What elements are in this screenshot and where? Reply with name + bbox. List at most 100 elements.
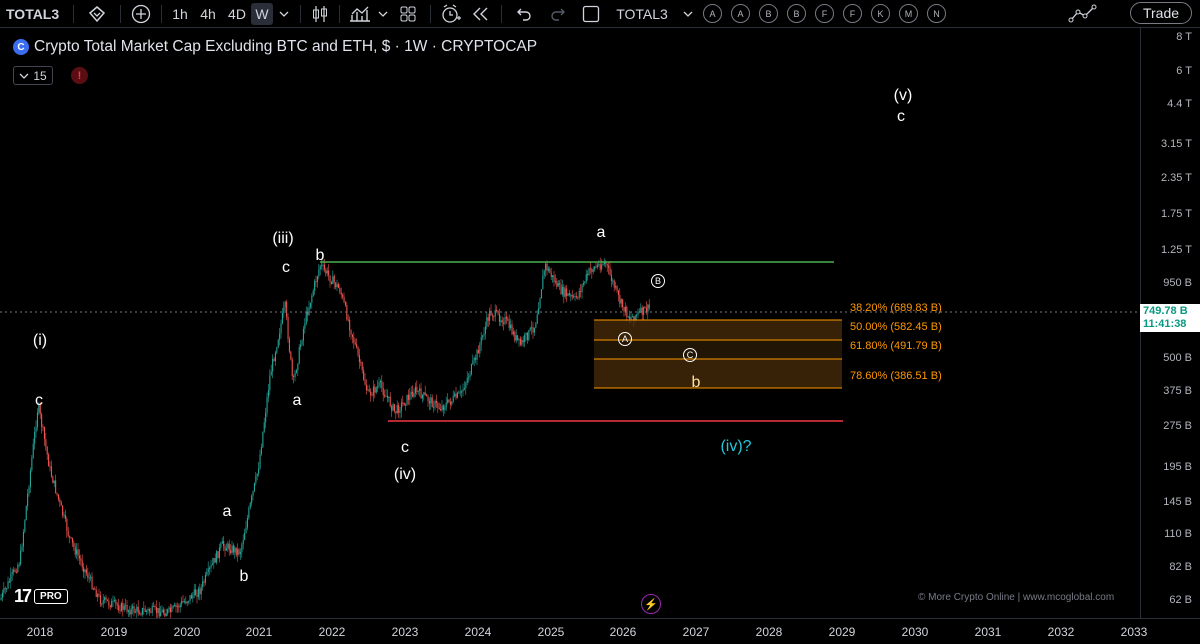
indicator-diamond-icon[interactable] [79, 3, 115, 25]
interval-4h[interactable]: 4h [193, 3, 223, 25]
fib-zone-2 [594, 340, 842, 359]
candle-body [246, 517, 248, 528]
candle-body [542, 275, 544, 290]
candle-body [294, 372, 296, 377]
time-tick: 2021 [245, 625, 273, 639]
candle-body [87, 573, 89, 579]
compare-symbol-label[interactable]: TOTAL3 [607, 3, 677, 25]
candle-body [484, 326, 486, 334]
shortcut-a-button[interactable]: A [731, 4, 750, 23]
price-tick: 3.15 T [1161, 138, 1192, 150]
candle-body [106, 599, 108, 601]
trade-button[interactable]: Trade [1130, 2, 1192, 24]
candle-body [249, 502, 251, 509]
undo-icon[interactable] [507, 3, 541, 25]
candle-body [3, 588, 5, 593]
price-tick: 4.4 T [1167, 98, 1192, 110]
tradingview-logo[interactable]: 17 PRO [14, 586, 68, 607]
candle-body [567, 293, 569, 296]
candle-body [624, 306, 626, 312]
candle-body [587, 274, 589, 276]
compare-chevron-icon[interactable] [677, 3, 699, 25]
candles-icon[interactable] [306, 3, 334, 25]
time-tick: 2032 [1047, 625, 1075, 639]
candle-body [151, 606, 153, 613]
candle-body [36, 412, 38, 427]
interval-dropdown-chevron-icon[interactable] [273, 3, 295, 25]
candle-body [281, 313, 283, 324]
candle-body [323, 264, 325, 270]
candle-body [155, 607, 157, 614]
candle-body [393, 404, 395, 412]
candle-body [141, 608, 143, 615]
candle-body [421, 394, 423, 399]
shortcut-a-button[interactable]: A [703, 4, 722, 23]
candle-body [524, 334, 526, 343]
replay-icon[interactable] [466, 3, 496, 25]
candle-body [69, 535, 71, 538]
interval-1h[interactable]: 1h [167, 3, 193, 25]
layout-grid-icon[interactable] [391, 3, 425, 25]
alert-clock-icon[interactable] [436, 3, 466, 25]
top-toolbar: TOTAL3 1h 4h 4D W TOTAL3 A A B B F F K M… [0, 0, 1200, 28]
interval-4d[interactable]: 4D [223, 3, 251, 25]
candle-body [347, 319, 349, 321]
shortcut-f-button[interactable]: F [815, 4, 834, 23]
price-tick: 275 B [1163, 420, 1192, 432]
symbol-search-button[interactable]: TOTAL3 [0, 3, 68, 25]
candle-body [206, 571, 208, 575]
candle-body [399, 410, 401, 413]
candle-body [213, 558, 215, 564]
shortcut-f-button[interactable]: F [843, 4, 862, 23]
candle-body [398, 405, 400, 413]
price-chart[interactable] [0, 28, 1140, 618]
time-axis[interactable]: 2018 2019 2020 2021 2022 2023 2024 2025 … [0, 618, 1200, 644]
redo-icon[interactable] [541, 3, 575, 25]
candle-body [382, 388, 384, 396]
candle-body [267, 390, 269, 398]
wave-label-i-c: c [35, 392, 43, 409]
candle-body [7, 581, 9, 589]
shortcut-b-button[interactable]: B [759, 4, 778, 23]
candle-body [423, 392, 425, 395]
candle-body [437, 403, 439, 408]
candle-body [137, 606, 139, 613]
wave-label-iv: (iv) [393, 466, 417, 483]
interval-w[interactable]: W [251, 2, 273, 25]
candle-body [144, 609, 146, 612]
candle-body [176, 606, 178, 608]
wave-label-iv-question: (iv)? [720, 438, 752, 455]
candle-body [351, 334, 353, 338]
candle-body [455, 393, 457, 398]
flash-icon[interactable]: ⚡ [641, 594, 661, 614]
drawing-tool-icon[interactable] [1066, 3, 1100, 25]
candle-body [337, 284, 339, 288]
indicators-icon[interactable] [345, 3, 375, 25]
shortcut-m-button[interactable]: M [899, 4, 918, 23]
candle-body [339, 287, 341, 293]
candle-body [350, 330, 352, 335]
shortcut-n-button[interactable]: N [927, 4, 946, 23]
candle-body [183, 601, 185, 603]
candle-body [448, 399, 450, 402]
candle-body [197, 588, 199, 597]
candle-body [109, 605, 111, 608]
pro-badge: PRO [34, 589, 68, 604]
compare-checkbox-icon[interactable] [575, 3, 607, 25]
candle-body [358, 355, 360, 363]
candle-body [113, 600, 115, 602]
shortcut-b-button[interactable]: B [787, 4, 806, 23]
candle-body [287, 317, 289, 340]
candle-body [14, 569, 16, 572]
candle-body [196, 595, 198, 597]
candle-body [265, 412, 267, 423]
candle-body [97, 594, 99, 597]
candle-body [543, 270, 545, 276]
candle-body [518, 338, 520, 340]
indicators-chevron-icon[interactable] [375, 3, 391, 25]
candle-body [67, 531, 69, 536]
add-symbol-icon[interactable] [126, 3, 156, 25]
shortcut-k-button[interactable]: K [871, 4, 890, 23]
wave-label-circled-b: B [651, 274, 665, 288]
candle-body [167, 609, 169, 614]
